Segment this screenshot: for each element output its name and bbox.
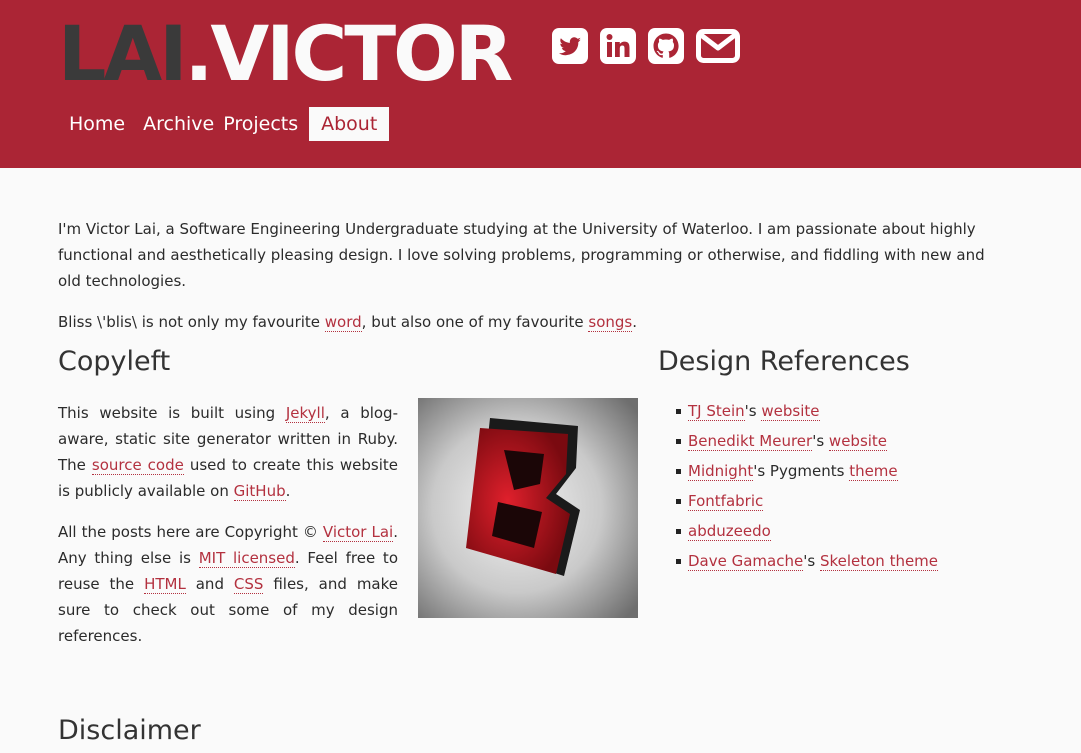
ref-link[interactable]: Midnight bbox=[688, 462, 754, 481]
email-icon[interactable] bbox=[696, 28, 740, 64]
linkedin-icon[interactable] bbox=[600, 28, 636, 64]
design-references-section: Design References TJ Stein's website Ben… bbox=[658, 344, 1058, 571]
bliss-text-3: . bbox=[632, 313, 638, 331]
bliss-text-1: Bliss \'blis\ is not only my favourite bbox=[58, 313, 325, 331]
nav-archive[interactable]: Archive bbox=[134, 107, 223, 141]
social-links bbox=[552, 28, 740, 64]
ref-link-secondary[interactable]: website bbox=[761, 402, 820, 421]
copyleft-paragraph-1: This website is built using Jekyll, a bl… bbox=[58, 400, 398, 504]
logo-second: VICTOR bbox=[210, 9, 513, 98]
html-link[interactable]: HTML bbox=[144, 575, 186, 594]
copyleft-text-1: This website is built using bbox=[58, 404, 286, 422]
ref-link-secondary[interactable]: Skeleton theme bbox=[819, 552, 939, 571]
copyleft-section: Copyleft This website is built using Jek… bbox=[58, 344, 638, 645]
list-item: Benedikt Meurer's website bbox=[676, 426, 938, 456]
intro-paragraph: I'm Victor Lai, a Software Engineering U… bbox=[58, 220, 985, 290]
word-link[interactable]: word bbox=[324, 313, 362, 332]
design-references-heading: Design References bbox=[658, 346, 910, 377]
nav-home[interactable]: Home bbox=[60, 107, 134, 141]
songs-link[interactable]: songs bbox=[588, 313, 633, 332]
site-header: LAI.VICTOR Home Archive Projects About bbox=[0, 0, 1081, 168]
ref-link[interactable]: abduzeedo bbox=[688, 522, 771, 541]
list-item: Fontfabric bbox=[676, 486, 938, 516]
logo-first: LAI bbox=[58, 9, 188, 98]
main-nav: Home Archive Projects About bbox=[60, 107, 390, 141]
letter-b-artwork bbox=[418, 398, 638, 618]
copyleft-text: This website is built using Jekyll, a bl… bbox=[58, 400, 398, 664]
twitter-icon[interactable] bbox=[552, 28, 588, 64]
copyleft-paragraph-2: All the posts here are Copyright © Victo… bbox=[58, 519, 398, 649]
source-code-link[interactable]: source code bbox=[91, 456, 184, 475]
bliss-text-2: , but also one of my favourite bbox=[361, 313, 589, 331]
design-references-list: TJ Stein's website Benedikt Meurer's web… bbox=[676, 396, 939, 576]
ref-separator: 's bbox=[812, 432, 829, 450]
github-icon[interactable] bbox=[648, 28, 684, 64]
list-item: abduzeedo bbox=[676, 516, 938, 546]
ref-link[interactable]: Dave Gamache bbox=[688, 552, 804, 571]
logo-dot: . bbox=[184, 9, 214, 98]
copyleft-text-8: and bbox=[185, 575, 234, 593]
list-item: TJ Stein's website bbox=[676, 396, 938, 426]
mit-license-link[interactable]: MIT licensed bbox=[198, 549, 295, 568]
nav-about[interactable]: About bbox=[309, 107, 390, 141]
victor-lai-link[interactable]: Victor Lai bbox=[322, 523, 394, 542]
copyleft-heading: Copyleft bbox=[58, 346, 171, 377]
github-link[interactable]: GitHub bbox=[233, 482, 286, 501]
intro-section: I'm Victor Lai, a Software Engineering U… bbox=[58, 216, 998, 350]
disclaimer-heading: Disclaimer bbox=[58, 715, 201, 746]
ref-separator: 's Pygments bbox=[753, 462, 850, 480]
ref-separator: 's bbox=[803, 552, 820, 570]
list-item: Midnight's Pygments theme bbox=[676, 456, 938, 486]
jekyll-link[interactable]: Jekyll bbox=[285, 404, 325, 423]
ref-link[interactable]: Fontfabric bbox=[688, 492, 764, 511]
ref-link[interactable]: Benedikt Meurer bbox=[688, 432, 813, 451]
nav-projects[interactable]: Projects bbox=[223, 107, 307, 141]
bliss-paragraph: Bliss \'blis\ is not only my favourite w… bbox=[58, 309, 998, 335]
site-logo[interactable]: LAI.VICTOR bbox=[58, 14, 513, 94]
copyleft-text-4: . bbox=[285, 482, 291, 500]
copyleft-text-5: All the posts here are Copyright © bbox=[58, 523, 323, 541]
list-item: Dave Gamache's Skeleton theme bbox=[676, 546, 939, 576]
ref-link[interactable]: TJ Stein bbox=[688, 402, 745, 421]
ref-link-secondary[interactable]: theme bbox=[849, 462, 898, 481]
ref-separator: 's bbox=[744, 402, 762, 420]
css-link[interactable]: CSS bbox=[233, 575, 264, 594]
ref-link-secondary[interactable]: website bbox=[828, 432, 888, 451]
